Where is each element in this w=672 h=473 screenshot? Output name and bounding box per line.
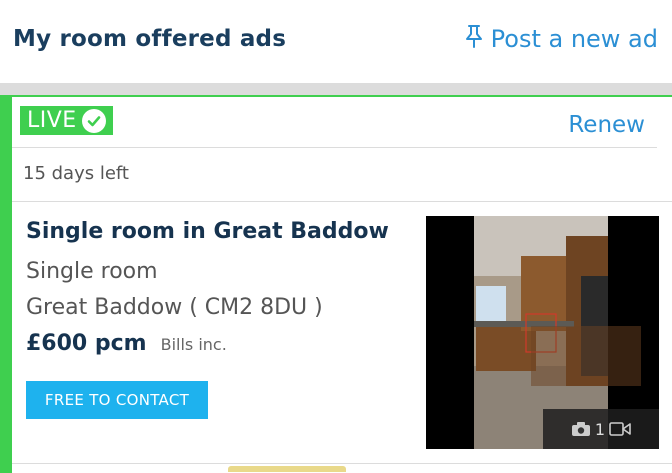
renew-button[interactable]: Renew <box>568 112 645 138</box>
page-title: My room offered ads <box>13 26 287 52</box>
status-label: LIVE <box>27 108 77 133</box>
page-header: My room offered ads Post a new ad <box>0 0 672 83</box>
divider <box>12 463 672 464</box>
ad-title[interactable]: Single room in Great Baddow <box>26 219 389 244</box>
ad-location: Great Baddow ( CM2 8DU ) <box>26 295 323 320</box>
next-section-tab <box>228 466 346 472</box>
ad-card: LIVE Renew 15 days left Single room in G… <box>0 95 672 473</box>
check-circle-icon <box>81 108 106 133</box>
ad-photo[interactable]: 1 <box>426 216 659 449</box>
room-type: Single room <box>26 259 158 284</box>
video-icon <box>609 421 631 437</box>
price-row: £600 pcm Bills inc. <box>26 331 227 356</box>
status-badge: LIVE <box>20 106 113 135</box>
media-count: 1 <box>543 409 659 449</box>
post-new-ad-link[interactable]: Post a new ad <box>463 24 658 54</box>
camera-icon <box>571 421 591 437</box>
divider <box>12 201 672 202</box>
free-to-contact-button[interactable]: FREE TO CONTACT <box>26 381 208 419</box>
pin-icon <box>463 24 485 54</box>
divider <box>12 147 657 148</box>
post-new-ad-label: Post a new ad <box>490 25 658 53</box>
ad-price: £600 pcm <box>26 331 147 356</box>
photo-count: 1 <box>594 419 606 439</box>
status-bar <box>0 97 12 473</box>
days-left-text: 15 days left <box>23 163 129 184</box>
section-divider <box>0 83 672 95</box>
bills-info: Bills inc. <box>160 335 227 354</box>
